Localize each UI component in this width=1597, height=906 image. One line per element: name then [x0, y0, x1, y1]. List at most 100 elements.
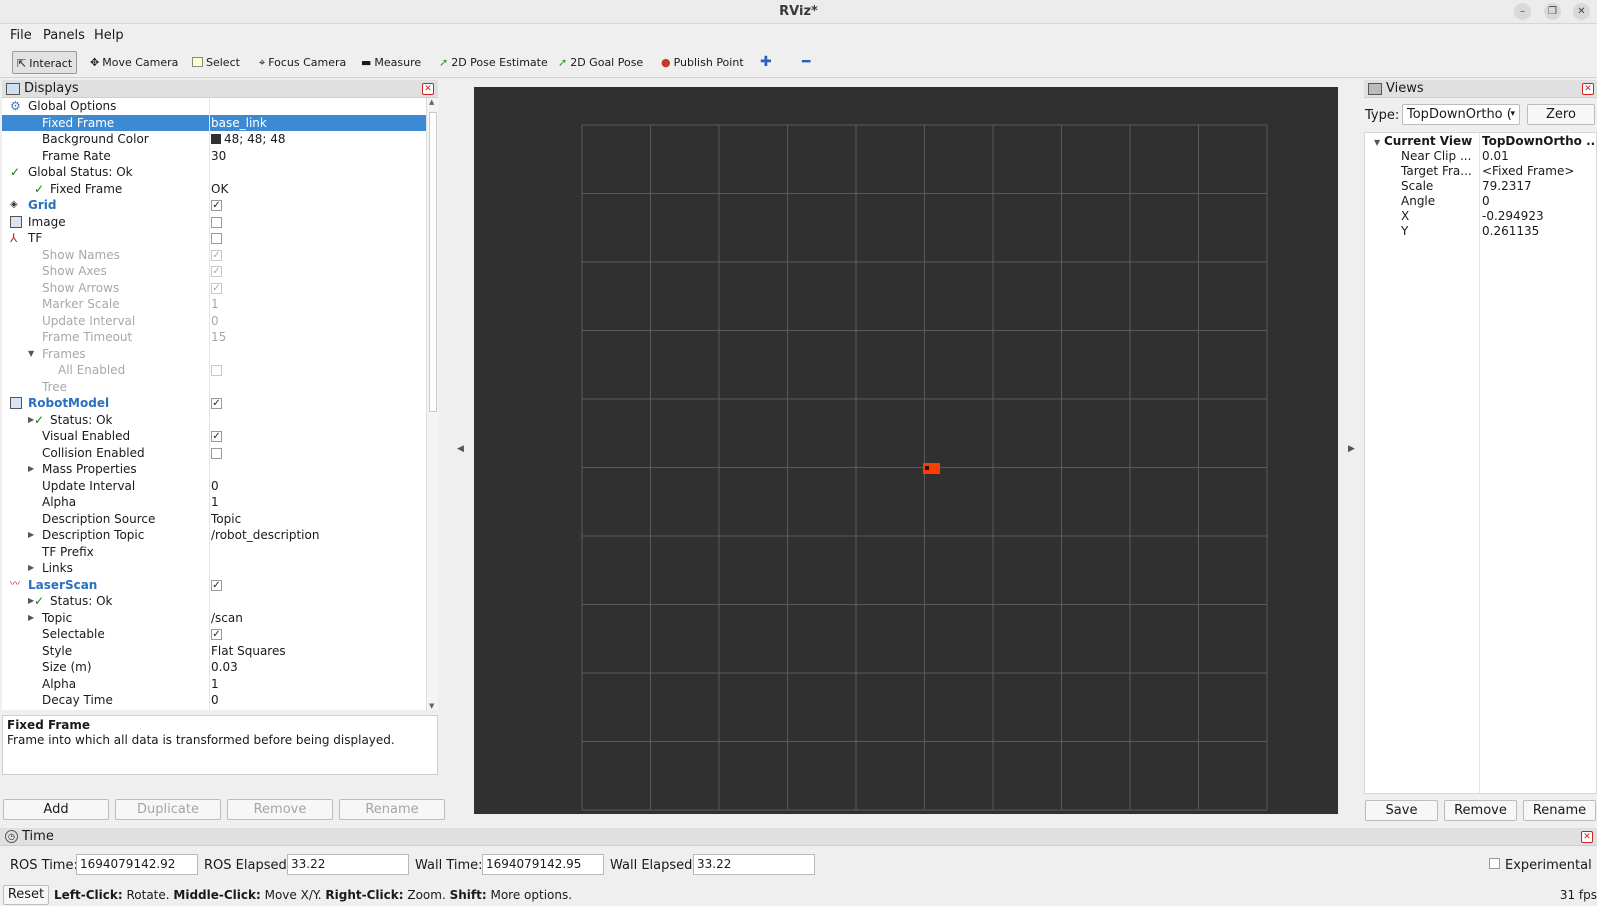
- display-row[interactable]: ✓ Fixed Frame OK: [2, 181, 426, 197]
- view-property-row[interactable]: X -0.294923: [1365, 209, 1596, 224]
- menu-help[interactable]: Help: [94, 28, 124, 43]
- display-row-value[interactable]: ✓: [211, 428, 222, 444]
- display-row[interactable]: Show Axes ✓: [2, 263, 426, 279]
- add-tool-button[interactable]: ✚: [758, 51, 772, 74]
- view-property-row[interactable]: Near Clip ... 0.01: [1365, 149, 1596, 164]
- display-row[interactable]: Show Arrows ✓: [2, 280, 426, 296]
- collapse-right-icon[interactable]: ▶: [1348, 444, 1355, 454]
- display-row-value[interactable]: ✓: [211, 577, 222, 593]
- display-row[interactable]: Alpha 1: [2, 676, 426, 692]
- checkbox[interactable]: ✓: [211, 629, 222, 640]
- experimental-checkbox[interactable]: [1489, 858, 1500, 869]
- display-row[interactable]: Background Color 48; 48; 48: [2, 131, 426, 147]
- display-row[interactable]: ▶ Mass Properties: [2, 461, 426, 477]
- display-row[interactable]: TF Prefix: [2, 544, 426, 560]
- render-viewport[interactable]: [474, 87, 1338, 814]
- display-row[interactable]: ▶ Topic/scan: [2, 610, 426, 626]
- display-row[interactable]: Description Source Topic: [2, 511, 426, 527]
- display-row[interactable]: Decay Time 0: [2, 692, 426, 708]
- display-row[interactable]: Frame Timeout 15: [2, 329, 426, 345]
- close-views-icon[interactable]: ✕: [1582, 83, 1594, 95]
- display-row[interactable]: ▶ Links: [2, 560, 426, 576]
- display-row[interactable]: Collision Enabled: [2, 445, 426, 461]
- current-view-row[interactable]: ▼ Current View TopDownOrtho ...: [1365, 134, 1596, 149]
- display-row[interactable]: Update Interval 0: [2, 313, 426, 329]
- checkbox[interactable]: [211, 447, 222, 459]
- color-swatch[interactable]: [211, 134, 221, 144]
- display-row[interactable]: ✓ Global Status: Ok: [2, 164, 426, 180]
- display-row-value[interactable]: ✓: [211, 247, 222, 263]
- display-row[interactable]: ▶ ✓ Status: Ok: [2, 593, 426, 609]
- ros-time-field[interactable]: 1694079142.92: [76, 854, 198, 875]
- add-display-button[interactable]: Add: [3, 799, 109, 820]
- views-tree[interactable]: ▼ Current View TopDownOrtho ... Near Cli…: [1364, 132, 1597, 794]
- display-row-value[interactable]: [211, 362, 222, 378]
- display-row-value[interactable]: ✓: [211, 263, 222, 279]
- ros-elapsed-field[interactable]: 33.22: [287, 854, 409, 875]
- view-type-select[interactable]: TopDownOrtho (▾: [1402, 104, 1520, 125]
- restore-icon[interactable]: ❐: [1544, 3, 1561, 20]
- checkbox[interactable]: [211, 216, 222, 228]
- display-row[interactable]: Style Flat Squares: [2, 643, 426, 659]
- select-tool-button[interactable]: Select: [190, 51, 240, 74]
- display-row[interactable]: Size (m) 0.03: [2, 659, 426, 675]
- 2d-pose-estimate-tool-button[interactable]: ➚ 2D Pose Estimate: [437, 51, 548, 74]
- displays-tree[interactable]: ⚙ Global Options Fixed Frame base_link Backg…: [2, 98, 426, 710]
- view-property-row[interactable]: Y 0.261135: [1365, 224, 1596, 239]
- checkbox[interactable]: ✓: [211, 431, 222, 442]
- checkbox[interactable]: ✓: [211, 266, 222, 277]
- zero-button[interactable]: Zero: [1527, 104, 1595, 125]
- view-property-row[interactable]: Scale 79.2317: [1365, 179, 1596, 194]
- display-row[interactable]: Alpha 1: [2, 494, 426, 510]
- close-time-icon[interactable]: ✕: [1581, 831, 1593, 843]
- checkbox[interactable]: ✓: [211, 249, 222, 261]
- wall-time-field[interactable]: 1694079142.95: [482, 854, 604, 875]
- close-displays-icon[interactable]: ✕: [422, 83, 434, 95]
- save-view-button[interactable]: Save: [1365, 800, 1438, 821]
- display-row[interactable]: ▶ Description Topic/robot_description: [2, 527, 426, 543]
- 2d-goal-pose-tool-button[interactable]: ➚ 2D Goal Pose: [556, 51, 643, 74]
- display-row[interactable]: ◈ Grid ✓: [2, 197, 426, 213]
- move-camera-tool-button[interactable]: ✥ Move Camera: [88, 51, 178, 74]
- scroll-up-icon[interactable]: ▲: [429, 98, 434, 106]
- display-row-value[interactable]: [211, 445, 222, 461]
- display-row[interactable]: Image: [2, 214, 426, 230]
- collapse-left-icon[interactable]: ◀: [457, 444, 464, 454]
- display-row[interactable]: Update Interval 0: [2, 478, 426, 494]
- scrollbar-thumb[interactable]: [429, 112, 437, 412]
- display-row[interactable]: ▼ Frames: [2, 346, 426, 362]
- reset-button[interactable]: Reset: [3, 885, 49, 905]
- menu-panels[interactable]: Panels: [43, 28, 85, 43]
- display-row-value[interactable]: ✓: [211, 395, 222, 411]
- remove-tool-button[interactable]: ━: [800, 51, 810, 74]
- remove-display-button[interactable]: Remove: [227, 799, 333, 820]
- display-row[interactable]: Frame Rate 30: [2, 148, 426, 164]
- display-row[interactable]: Fixed Frame base_link: [2, 114, 426, 131]
- display-row[interactable]: 〰 LaserScan ✓: [2, 577, 426, 593]
- checkbox[interactable]: ✓: [211, 579, 222, 591]
- display-row-value[interactable]: ✓: [211, 626, 222, 642]
- checkbox[interactable]: ✓: [211, 200, 222, 211]
- display-row[interactable]: Tree: [2, 379, 426, 395]
- measure-tool-button[interactable]: ▬ Measure: [359, 51, 421, 74]
- focus-camera-tool-button[interactable]: ⌖ Focus Camera: [257, 51, 346, 74]
- view-property-row[interactable]: Target Fra... <Fixed Frame>: [1365, 164, 1596, 179]
- duplicate-display-button[interactable]: Duplicate: [115, 799, 221, 820]
- checkbox[interactable]: ✓: [211, 398, 222, 409]
- checkbox[interactable]: [211, 365, 222, 376]
- wall-elapsed-field[interactable]: 33.22: [693, 854, 815, 875]
- display-row[interactable]: All Enabled: [2, 362, 426, 378]
- display-row-value[interactable]: [211, 230, 222, 246]
- collapse-arrow-icon[interactable]: ▶: [28, 461, 34, 477]
- interact-tool-button[interactable]: ⇱ Interact: [12, 51, 78, 74]
- collapse-arrow-icon[interactable]: ▶: [28, 527, 34, 543]
- checkbox[interactable]: [211, 233, 222, 244]
- view-property-row[interactable]: Angle 0: [1365, 194, 1596, 209]
- expand-arrow-icon[interactable]: ▼: [28, 346, 34, 362]
- displays-scrollbar[interactable]: ▲ ▼: [426, 98, 438, 710]
- display-row[interactable]: Selectable ✓: [2, 626, 426, 642]
- display-row[interactable]: Show Names ✓: [2, 247, 426, 263]
- expand-arrow-icon[interactable]: ▼: [1374, 135, 1380, 149]
- scroll-down-icon[interactable]: ▼: [429, 702, 434, 710]
- minimize-icon[interactable]: –: [1514, 3, 1531, 20]
